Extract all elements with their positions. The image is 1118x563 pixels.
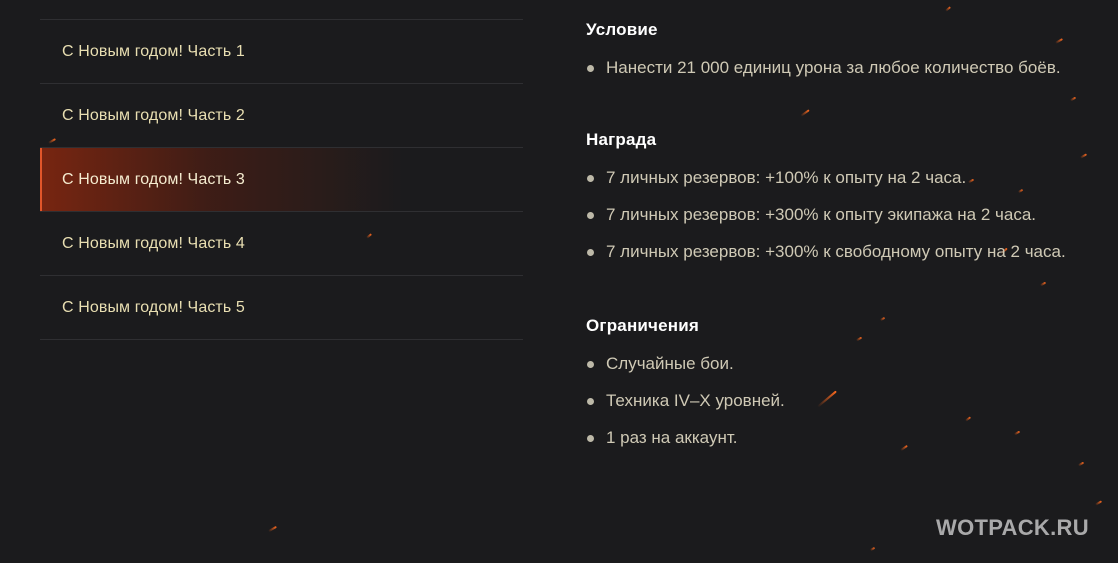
menu-item-part-1[interactable]: С Новым годом! Часть 1 (40, 20, 523, 84)
section-title: Ограничения (586, 316, 700, 335)
list-item: Нанести 21 000 единиц урона за любое кол… (586, 54, 1066, 81)
condition-list: Нанести 21 000 единиц урона за любое кол… (586, 54, 1066, 81)
list-item: Техника IV–X уровней. (586, 387, 1066, 414)
section-title: Награда (586, 130, 657, 149)
quest-details: Условие Нанести 21 000 единиц урона за л… (586, 20, 1066, 461)
menu-item-label: С Новым годом! Часть 1 (62, 42, 245, 60)
list-item: 7 личных резервов: +300% к опыту экипажа… (586, 201, 1066, 228)
section-title: Условие (586, 20, 658, 39)
reward-list: 7 личных резервов: +100% к опыту на 2 ча… (586, 164, 1066, 265)
menu-item-label: С Новым годом! Часть 2 (62, 106, 245, 124)
menu-item-part-2[interactable]: С Новым годом! Часть 2 (40, 84, 523, 148)
restrictions-section: Ограничения Случайные бои. Техника IV–X … (586, 316, 1066, 451)
menu-item-part-4[interactable]: С Новым годом! Часть 4 (40, 212, 523, 276)
list-item: 7 личных резервов: +300% к свободному оп… (586, 238, 1066, 265)
list-item: 7 личных резервов: +100% к опыту на 2 ча… (586, 164, 1066, 191)
menu-item-part-5[interactable]: С Новым годом! Часть 5 (40, 276, 523, 340)
reward-section: Награда 7 личных резервов: +100% к опыту… (586, 130, 1066, 265)
restrictions-list: Случайные бои. Техника IV–X уровней. 1 р… (586, 350, 1066, 451)
menu-item-label: С Новым годом! Часть 5 (62, 298, 245, 316)
menu-item-part-3[interactable]: С Новым годом! Часть 3 (40, 148, 523, 212)
quest-part-menu: С Новым годом! Часть 1 С Новым годом! Ча… (40, 19, 523, 340)
menu-item-label: С Новым годом! Часть 4 (62, 234, 245, 252)
list-item: Случайные бои. (586, 350, 1066, 377)
list-item: 1 раз на аккаунт. (586, 424, 1066, 451)
menu-item-label: С Новым годом! Часть 3 (62, 170, 245, 188)
condition-section: Условие Нанести 21 000 единиц урона за л… (586, 20, 1066, 81)
watermark: WOTPACK.RU (936, 515, 1089, 540)
